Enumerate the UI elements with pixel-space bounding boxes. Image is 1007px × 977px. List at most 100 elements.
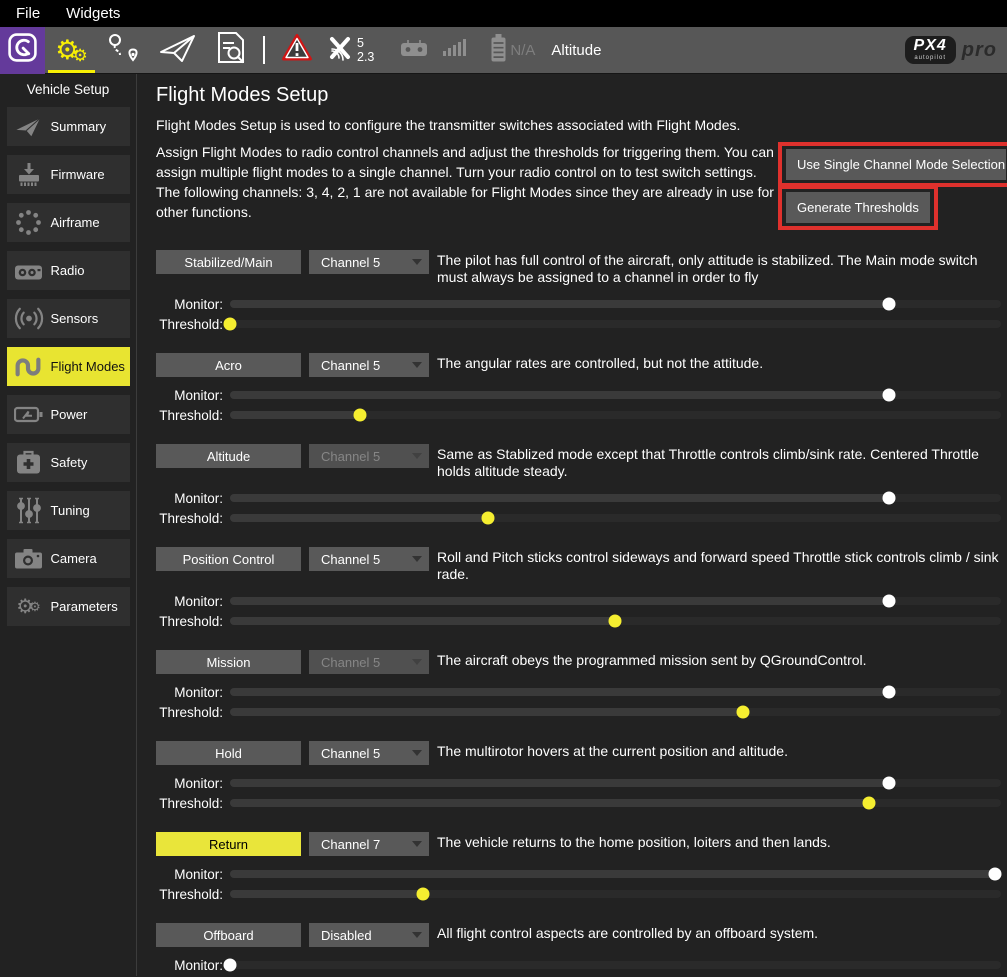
sidebar-item-sensors[interactable]: Sensors [7,299,130,338]
monitor-slider[interactable] [230,391,1001,399]
chevron-down-icon [412,259,422,265]
threshold-thumb[interactable] [353,409,366,422]
mode-button[interactable]: Altitude [156,444,301,468]
monitor-thumb[interactable] [883,777,896,790]
parameters-icon: ⚙⚙ [14,597,44,617]
monitor-slider[interactable] [230,300,1001,308]
threshold-label: Threshold: [156,614,230,629]
qgc-logo-button[interactable] [0,27,45,74]
monitor-slider[interactable] [230,494,1001,502]
channel-dropdown-value: Channel 5 [321,255,380,270]
sidebar-item-flight-modes[interactable]: Flight Modes [7,347,130,386]
mode-button[interactable]: Offboard [156,923,301,947]
threshold-slider[interactable] [230,799,1001,807]
sidebar-item-summary[interactable]: Summary [7,107,130,146]
fly-view-button[interactable] [151,27,204,74]
monitor-thumb[interactable] [883,595,896,608]
monitor-thumb[interactable] [883,389,896,402]
chevron-down-icon [412,556,422,562]
monitor-thumb[interactable] [883,492,896,505]
sidebar-item-airframe[interactable]: Airframe [7,203,130,242]
battery-indicator[interactable]: N/A [490,27,535,74]
threshold-thumb[interactable] [416,888,429,901]
monitor-slider-fill [230,870,995,878]
channel-dropdown[interactable]: Channel 5 [309,547,429,571]
sidebar-item-safety[interactable]: Safety [7,443,130,482]
rc-indicator[interactable] [400,27,428,74]
threshold-slider[interactable] [230,514,1001,522]
sidebar-item-camera[interactable]: Camera [7,539,130,578]
vehicle-messages-button[interactable] [275,27,319,74]
telemetry-indicator[interactable] [443,27,466,74]
px4-logo-text: PX4 [914,38,947,54]
mode-button[interactable]: Return [156,832,301,856]
mode-button[interactable]: Position Control [156,547,301,571]
threshold-thumb[interactable] [736,706,749,719]
sidebar-item-label: Airframe [51,215,100,230]
sidebar-item-firmware[interactable]: Firmware [7,155,130,194]
threshold-thumb[interactable] [863,797,876,810]
setup-view-button[interactable]: ⚙ ⚙ [45,27,98,74]
sidebar-item-radio[interactable]: Radio [7,251,130,290]
monitor-slider[interactable] [230,870,1001,878]
mode-button[interactable]: Hold [156,741,301,765]
monitor-label: Monitor: [156,388,230,403]
toolbar-separator [263,36,265,64]
gps-indicator[interactable]: 5 2.3 [325,27,374,74]
sidebar-item-parameters[interactable]: ⚙⚙ Parameters [7,587,130,626]
threshold-slider[interactable] [230,617,1001,625]
firmware-icon [14,162,44,187]
threshold-thumb[interactable] [608,615,621,628]
flight-mode-row: Offboard Disabled All flight control asp… [156,923,1007,977]
channel-dropdown[interactable]: Channel 5 [309,650,429,674]
menu-file[interactable]: File [10,3,46,24]
channel-dropdown[interactable]: Channel 5 [309,444,429,468]
flight-mode-row: Hold Channel 5 The multirotor hovers at … [156,741,1007,813]
channel-dropdown[interactable]: Channel 5 [309,741,429,765]
channel-dropdown[interactable]: Disabled [309,923,429,947]
monitor-thumb[interactable] [988,868,1001,881]
chevron-down-icon [412,453,422,459]
tuning-icon [14,497,44,524]
sidebar-item-tuning[interactable]: Tuning [7,491,130,530]
monitor-label: Monitor: [156,867,230,882]
flight-mode-row: Altitude Channel 5 Same as Stablized mod… [156,444,1007,528]
threshold-slider[interactable] [230,411,1001,419]
threshold-thumb[interactable] [481,512,494,525]
battery-icon [490,34,507,67]
monitor-label: Monitor: [156,491,230,506]
page-title: Flight Modes Setup [156,84,1007,107]
mode-button[interactable]: Acro [156,353,301,377]
channel-dropdown[interactable]: Channel 7 [309,832,429,856]
qgc-logo-icon [7,32,38,68]
generate-thresholds-button[interactable]: Generate Thresholds [786,192,930,223]
sidebar-item-label: Radio [51,263,85,278]
mode-button[interactable]: Mission [156,650,301,674]
monitor-slider[interactable] [230,961,1001,969]
fly-icon [159,33,197,68]
monitor-thumb[interactable] [883,298,896,311]
threshold-thumb[interactable] [224,318,237,331]
analyze-view-button[interactable] [204,27,257,74]
mode-button[interactable]: Stabilized/Main [156,250,301,274]
flight-mode-indicator[interactable]: Altitude [551,42,601,59]
threshold-slider[interactable] [230,708,1001,716]
channel-dropdown[interactable]: Channel 5 [309,353,429,377]
monitor-thumb[interactable] [883,686,896,699]
monitor-slider[interactable] [230,597,1001,605]
monitor-thumb[interactable] [224,959,237,972]
single-channel-mode-button[interactable]: Use Single Channel Mode Selection [786,149,1006,180]
safety-icon [14,450,44,475]
monitor-slider[interactable] [230,688,1001,696]
monitor-slider[interactable] [230,779,1001,787]
channel-dropdown[interactable]: Channel 5 [309,250,429,274]
gps-hdop: 2.3 [357,50,374,64]
menu-widgets[interactable]: Widgets [60,3,126,24]
chevron-down-icon [412,932,422,938]
threshold-slider[interactable] [230,320,1001,328]
sidebar-item-power[interactable]: Power [7,395,130,434]
threshold-slider[interactable] [230,890,1001,898]
monitor-slider-fill [230,597,889,605]
plan-view-button[interactable] [98,27,151,74]
analyze-icon [216,31,246,69]
